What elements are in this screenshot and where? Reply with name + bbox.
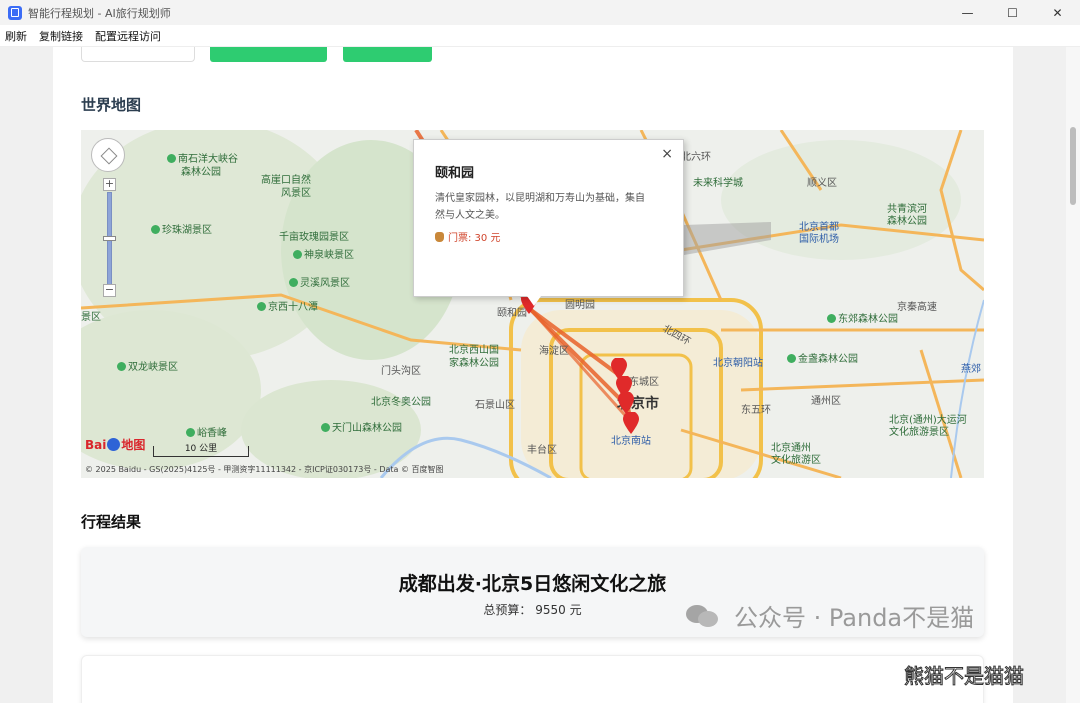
secondary-button[interactable] <box>343 47 432 62</box>
wechat-icon <box>686 603 720 629</box>
map-label: 家森林公园 <box>449 358 499 369</box>
map-label: 丰台区 <box>527 445 557 456</box>
menu-refresh[interactable]: 刷新 <box>5 28 27 44</box>
map-label: 共青滨河 <box>887 204 927 215</box>
map-zoom-control: + − <box>103 178 116 302</box>
map-label: 神泉峡景区 <box>293 250 354 262</box>
primary-button[interactable] <box>210 47 327 62</box>
trip-title: 成都出发·北京5日悠闲文化之旅 <box>398 573 667 595</box>
map-label: 双龙峡景区 <box>117 362 178 374</box>
map-label: 石景山区 <box>475 400 515 411</box>
map-label: 风景区 <box>281 188 311 199</box>
map-label: 海淀区 <box>539 346 569 357</box>
map-label: 燕郊 <box>961 364 981 375</box>
map-label: 金盏森林公园 <box>787 354 858 366</box>
results-section-title: 行程结果 <box>81 513 142 531</box>
map-label: 东五环 <box>741 405 771 416</box>
map-label: 峪香峰 <box>186 428 227 440</box>
map-label: 天门山森林公园 <box>321 423 402 435</box>
map-label: 北京通州 <box>771 443 811 454</box>
minimize-button[interactable]: — <box>945 0 990 25</box>
map-marker[interactable] <box>618 392 634 414</box>
map-section-title: 世界地图 <box>81 96 142 114</box>
menu-copy-link[interactable]: 复制链接 <box>39 28 83 44</box>
map-copyright: © 2025 Baidu - GS(2025)4125号 - 甲测资字11111… <box>85 465 444 474</box>
map-label: 高崖口自然 <box>261 175 311 186</box>
text-input[interactable] <box>81 47 195 62</box>
map-label: 北京南站 <box>611 436 651 447</box>
watermark-secondary: 熊猫不是猫猫 <box>904 664 1025 689</box>
map-label: 北京(通州)大运河 <box>889 415 967 426</box>
zoom-out-button[interactable]: − <box>103 284 116 297</box>
window-controls: — ☐ ✕ <box>945 0 1080 25</box>
window-titlebar: 智能行程规划 - AI旅行规划师 — ☐ ✕ <box>0 0 1080 25</box>
info-title: 颐和园 <box>435 166 475 181</box>
close-window-button[interactable]: ✕ <box>1035 0 1080 25</box>
map-label: 文化旅游区 <box>771 455 821 466</box>
info-close-button[interactable]: × <box>661 146 673 162</box>
map-label: 东郊森林公园 <box>827 314 898 326</box>
info-description: 清代皇家园林，以昆明湖和万寿山为基础，集自然与人文之美。 <box>435 193 645 221</box>
page-scrollbar[interactable] <box>1066 47 1080 703</box>
map-label: 千亩玫瑰园景区 <box>279 232 349 243</box>
map-label: 通州区 <box>811 396 841 407</box>
menu-remote-access[interactable]: 配置远程访问 <box>95 28 161 44</box>
zoom-in-button[interactable]: + <box>103 178 116 191</box>
map-label: 灵溪风景区 <box>289 278 350 290</box>
map-label: 森林公园 <box>181 167 221 178</box>
map-label: 北六环 <box>681 152 711 163</box>
itinerary-card <box>81 655 984 703</box>
map-label: 景区 <box>81 312 101 323</box>
scrollbar-thumb[interactable] <box>1070 127 1076 205</box>
map-label: 京秦高速 <box>897 302 937 313</box>
money-bag-icon <box>435 232 444 242</box>
map-scale: 10 公里 <box>153 445 249 457</box>
map-label: 东城区 <box>629 377 659 388</box>
map-label: 京西十八潭 <box>257 302 318 314</box>
map-label: 顺义区 <box>807 178 837 189</box>
map-label: 圆明园 <box>565 300 595 311</box>
app-icon <box>8 5 22 20</box>
baidu-map-logo[interactable]: Bai 地图 <box>85 436 145 453</box>
info-price: 门票: 30 元 <box>435 229 500 244</box>
map-label: 北京首都 <box>799 222 839 233</box>
map-label: 门头沟区 <box>381 366 421 377</box>
zoom-slider-handle[interactable] <box>103 236 116 241</box>
menubar: 刷新 复制链接 配置远程访问 <box>0 25 1080 47</box>
map-marker[interactable] <box>623 412 639 434</box>
map-label: 珍珠湖景区 <box>151 225 212 237</box>
map-label: 国际机场 <box>799 234 839 245</box>
map-label: 北京冬奥公园 <box>371 397 431 408</box>
maximize-button[interactable]: ☐ <box>990 0 1035 25</box>
map-info-window: × 颐和园 清代皇家园林，以昆明湖和万寿山为基础，集自然与人文之美。 门票: 3… <box>413 139 684 306</box>
window-title: 智能行程规划 - AI旅行规划师 <box>28 6 171 20</box>
map-label: 北京朝阳站 <box>713 358 763 369</box>
map-label: 未来科学城 <box>693 178 743 189</box>
map-pan-control[interactable] <box>91 138 125 172</box>
world-map[interactable]: 南石洋大峡谷 森林公园 高崖口自然 风景区 珍珠湖景区 千亩玫瑰园景区 神泉峡景… <box>81 130 984 478</box>
map-label: 文化旅游景区 <box>889 427 949 438</box>
baidu-paw-icon <box>107 438 121 451</box>
map-label: 森林公园 <box>887 216 927 227</box>
map-label: 南石洋大峡谷 <box>167 154 238 166</box>
map-label: 北京西山国 <box>449 345 499 356</box>
watermark: 公众号 · Panda不是猫 <box>686 598 974 633</box>
